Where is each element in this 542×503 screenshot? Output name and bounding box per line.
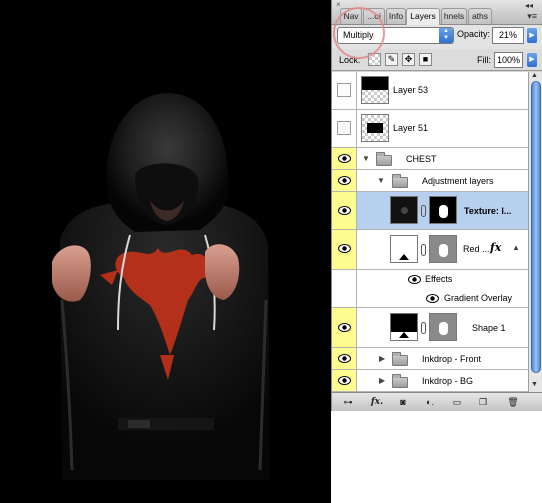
add-layer-style-icon[interactable]: fx.	[366, 395, 388, 409]
visibility-off-icon[interactable]	[337, 83, 351, 97]
visibility-toggle[interactable]	[332, 348, 357, 369]
visibility-cell	[332, 270, 357, 289]
layer-name: Texture: l...	[464, 206, 512, 216]
add-mask-icon[interactable]: ◙	[394, 395, 412, 409]
collapse-effects-triangle-icon[interactable]: ▲	[512, 243, 520, 252]
visibility-toggle[interactable]	[332, 110, 357, 147]
group-name: Adjustment layers	[422, 176, 494, 186]
eye-icon[interactable]	[426, 294, 439, 303]
layers-footer-toolbar: ⊶ fx. ◙ ◐. ▭ ❐ 🗑	[332, 392, 542, 411]
eye-icon[interactable]	[338, 176, 351, 185]
group-name: CHEST	[406, 154, 437, 164]
effects-row[interactable]: Effects	[332, 270, 528, 289]
fill-slider-arrow-icon[interactable]: ▶	[527, 53, 537, 67]
eye-icon[interactable]	[338, 376, 351, 385]
effect-name: Gradient Overlay	[444, 293, 513, 303]
group-row[interactable]: ▶ Inkdrop - BG	[332, 370, 528, 392]
group-name: Inkdrop - Front	[422, 354, 482, 364]
eye-icon[interactable]	[338, 244, 351, 253]
document-canvas[interactable]	[0, 0, 331, 503]
new-layer-icon[interactable]: ❐	[474, 395, 492, 409]
layer-thumbnail	[361, 76, 389, 104]
visibility-toggle[interactable]	[332, 370, 357, 391]
group-row[interactable]: ▼ Adjustment layers	[332, 170, 528, 192]
visibility-toggle[interactable]	[332, 192, 357, 229]
group-name: Inkdrop - BG	[422, 376, 474, 386]
visibility-toggle[interactable]	[332, 230, 357, 269]
layer-thumbnail	[390, 196, 418, 224]
tab-layers[interactable]: Layers	[406, 8, 440, 25]
visibility-off-icon[interactable]	[337, 121, 351, 135]
layer-mask-thumbnail[interactable]	[429, 196, 457, 224]
adjustment-thumbnail	[390, 235, 418, 263]
layer-name: Shape 1	[472, 323, 506, 333]
collapse-panel-icon[interactable]: ◂◂	[525, 1, 533, 10]
scroll-down-arrow-icon[interactable]: ▼	[531, 381, 538, 388]
layer-row[interactable]: Layer 51	[332, 110, 528, 148]
lock-position-icon[interactable]: ✥	[402, 53, 415, 66]
scroll-up-arrow-icon[interactable]: ▲	[531, 72, 538, 79]
fx-badge-icon[interactable]: fx	[490, 241, 501, 254]
layer-row[interactable]: Red ... fx ▲	[332, 230, 528, 270]
tab-paths[interactable]: aths	[468, 8, 492, 24]
folder-icon	[392, 352, 408, 366]
layers-panel: × ◂◂ Nav ...oi Info Layers hnels aths ▾≡…	[331, 0, 542, 411]
group-row[interactable]: ▼ CHEST	[332, 148, 528, 170]
layer-row[interactable]: Shape 1	[332, 308, 528, 348]
eye-icon[interactable]	[338, 154, 351, 163]
effect-row[interactable]: Gradient Overlay	[332, 289, 528, 308]
layer-name: Layer 53	[393, 85, 429, 95]
shape-thumbnail	[390, 313, 418, 341]
expand-triangle-icon[interactable]: ▼	[362, 154, 370, 163]
group-row[interactable]: ▶ Inkdrop - Front	[332, 348, 528, 370]
panel-menu-icon[interactable]: ▾≡	[527, 11, 537, 22]
lock-pixels-icon[interactable]: ✎	[385, 53, 398, 66]
eye-icon[interactable]	[338, 206, 351, 215]
link-chain-icon[interactable]	[421, 244, 426, 256]
tab-channels[interactable]: hnels	[441, 8, 467, 24]
new-adjustment-layer-icon[interactable]: ◐.	[420, 395, 440, 409]
visibility-cell	[332, 289, 357, 307]
expand-triangle-icon[interactable]: ▶	[379, 376, 385, 385]
delete-layer-icon[interactable]: 🗑	[504, 395, 522, 409]
layer-mask-thumbnail[interactable]	[429, 235, 457, 263]
eye-icon[interactable]	[408, 275, 421, 284]
layer-thumbnail	[361, 114, 389, 142]
visibility-toggle[interactable]	[332, 72, 357, 109]
link-chain-icon[interactable]	[421, 205, 426, 217]
opacity-slider-arrow-icon[interactable]: ▶	[527, 28, 537, 43]
folder-icon	[376, 152, 392, 166]
layer-name: Layer 51	[393, 123, 429, 133]
opacity-label: Opacity:	[457, 29, 491, 39]
layer-name: Red ...	[463, 244, 490, 254]
link-layers-icon[interactable]: ⊶	[336, 395, 360, 409]
fill-input[interactable]: 100%	[494, 52, 523, 68]
expand-triangle-icon[interactable]: ▶	[379, 354, 385, 363]
expand-triangle-icon[interactable]: ▼	[377, 176, 385, 185]
folder-icon	[392, 174, 408, 188]
visibility-toggle[interactable]	[332, 308, 357, 347]
fill-label: Fill:	[477, 55, 491, 65]
annotation-highlight-circle	[333, 7, 385, 59]
lock-all-icon[interactable]: ■	[419, 53, 432, 66]
link-chain-icon[interactable]	[421, 322, 426, 334]
eye-icon[interactable]	[338, 323, 351, 332]
visibility-toggle[interactable]	[332, 170, 357, 191]
vector-mask-thumbnail[interactable]	[429, 313, 457, 341]
new-group-icon[interactable]: ▭	[448, 395, 466, 409]
layers-scrollbar[interactable]: ▲ ▼	[528, 72, 542, 392]
opacity-input[interactable]: 21%	[492, 27, 524, 44]
scroll-thumb[interactable]	[531, 81, 541, 373]
layer-row-selected[interactable]: Texture: l...	[332, 192, 528, 230]
effects-label: Effects	[425, 274, 453, 284]
visibility-toggle[interactable]	[332, 148, 357, 169]
hooded-figure-photo	[0, 0, 331, 503]
folder-icon	[392, 374, 408, 388]
tab-info[interactable]: Info	[386, 8, 406, 24]
blend-mode-arrows-icon[interactable]: ▲ ▼	[439, 28, 453, 43]
layer-row[interactable]: Layer 53	[332, 72, 528, 110]
eye-icon[interactable]	[338, 354, 351, 363]
layers-list: Layer 53 Layer 51 ▼ CHEST ▼ Adjustment l…	[332, 72, 528, 392]
